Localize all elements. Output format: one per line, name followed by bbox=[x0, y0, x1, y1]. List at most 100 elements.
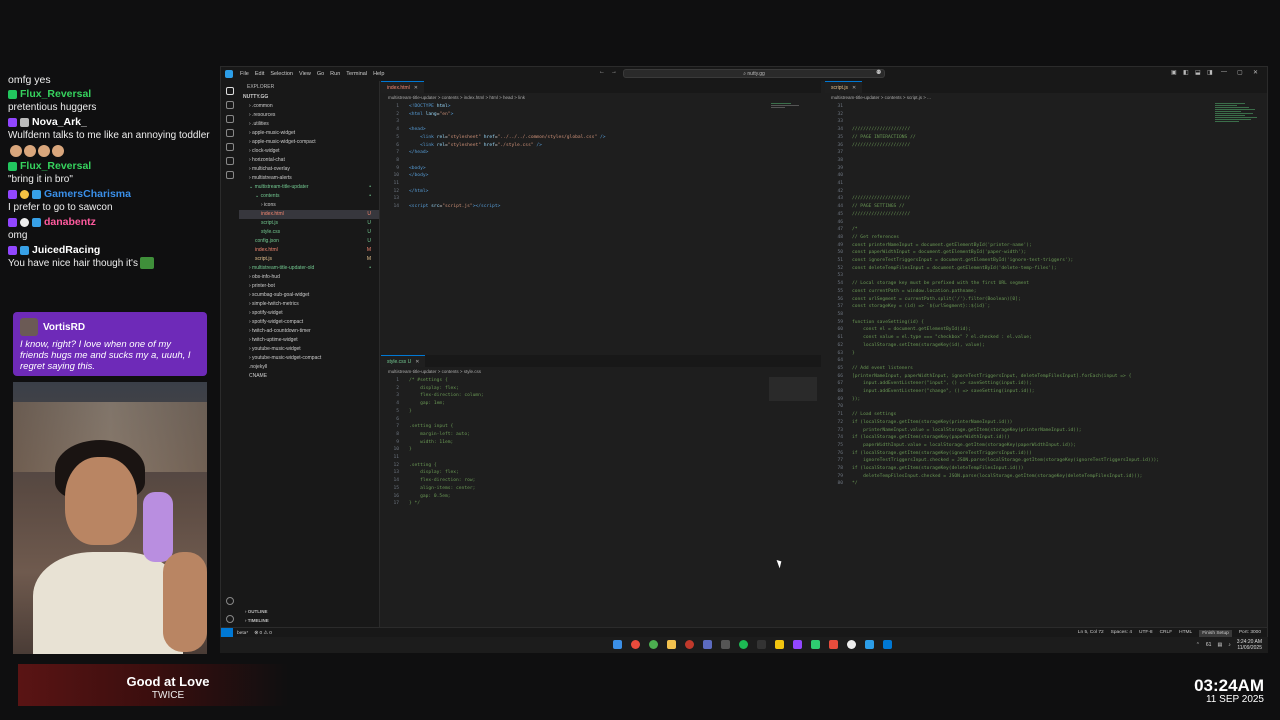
file-tree-item[interactable]: › horizontal-chat bbox=[239, 156, 379, 165]
file-tree-item[interactable]: config.json U bbox=[239, 237, 379, 246]
file-tree-item[interactable]: › apple-music-widget bbox=[239, 129, 379, 138]
file-tree-item[interactable]: › clock-widget bbox=[239, 147, 379, 156]
timeline-section[interactable]: › TIMELINE bbox=[239, 618, 380, 623]
minimize-icon[interactable]: — bbox=[1221, 69, 1227, 75]
temperature-indicator[interactable]: 61 bbox=[1206, 642, 1212, 648]
minimap[interactable] bbox=[771, 103, 811, 117]
tab-style-css[interactable]: style.css U ✕ bbox=[381, 355, 426, 367]
copilot-icon[interactable]: ⚉ bbox=[876, 69, 881, 76]
file-tree-item[interactable]: › .common bbox=[239, 102, 379, 111]
file-tree-item[interactable]: › youtube-music-widget bbox=[239, 345, 379, 354]
finish-setup-button[interactable]: Finish Setup bbox=[1199, 630, 1232, 637]
explorer-root-folder[interactable]: NUTTY.GG bbox=[239, 93, 379, 102]
file-explorer-icon[interactable] bbox=[667, 640, 676, 649]
chrome-icon[interactable] bbox=[631, 640, 640, 649]
menu-edit[interactable]: Edit bbox=[252, 71, 267, 77]
file-tree-item[interactable]: › obs-info-hud bbox=[239, 273, 379, 282]
problems-count[interactable]: ⊗ 0 ⚠ 0 bbox=[254, 631, 272, 636]
close-icon[interactable]: ✕ bbox=[415, 359, 419, 365]
code-editor-js[interactable]: ///////////////////// // PAGE INTERACTIO… bbox=[852, 103, 1159, 488]
file-tree-item[interactable]: › printer-bot bbox=[239, 282, 379, 291]
search-icon[interactable] bbox=[226, 101, 234, 109]
toggle-panel-icon[interactable]: ⬓ bbox=[1195, 69, 1201, 76]
extensions-icon[interactable] bbox=[226, 143, 234, 151]
gear-icon[interactable] bbox=[226, 615, 234, 623]
minimap[interactable] bbox=[769, 377, 817, 401]
twitch-icon[interactable] bbox=[793, 640, 802, 649]
port-indicator[interactable]: Port: 3000 bbox=[1239, 630, 1261, 637]
app-icon[interactable] bbox=[685, 640, 694, 649]
file-tree-item[interactable]: ⌄ multistream-title-updater • bbox=[239, 183, 379, 192]
git-branch[interactable]: beta* bbox=[237, 631, 248, 636]
file-tree-item[interactable]: › youtube-music-widget-compact bbox=[239, 354, 379, 363]
tab-script-js[interactable]: script.js ✕ bbox=[825, 81, 863, 93]
browser-icon[interactable] bbox=[649, 640, 658, 649]
file-tree-item[interactable]: › multistream-alerts bbox=[239, 174, 379, 183]
app-icon[interactable] bbox=[757, 640, 766, 649]
youtube-icon[interactable] bbox=[829, 640, 838, 649]
menu-selection[interactable]: Selection bbox=[267, 71, 296, 77]
file-tree-item[interactable]: › scumbag-sub-goal-widget bbox=[239, 291, 379, 300]
app-icon[interactable] bbox=[865, 640, 874, 649]
start-icon[interactable] bbox=[613, 640, 622, 649]
file-tree-item[interactable]: CNAME bbox=[239, 372, 379, 381]
menu-terminal[interactable]: Terminal bbox=[343, 71, 370, 77]
source-control-icon[interactable] bbox=[226, 115, 234, 123]
file-tree-item[interactable]: index.html M bbox=[239, 246, 379, 255]
file-tree-item[interactable]: style.css U bbox=[239, 228, 379, 237]
app-icon[interactable] bbox=[703, 640, 712, 649]
menu-run[interactable]: Run bbox=[327, 71, 343, 77]
file-tree-item[interactable]: › twitch-ad-countdown-timer bbox=[239, 327, 379, 336]
close-icon[interactable]: ✕ bbox=[414, 85, 418, 91]
file-tree-item[interactable]: script.js U bbox=[239, 219, 379, 228]
maximize-icon[interactable]: ▢ bbox=[1237, 69, 1243, 76]
toggle-sidebar-icon[interactable]: ◧ bbox=[1183, 69, 1189, 76]
file-tree-item[interactable]: index.html U bbox=[239, 210, 379, 219]
chevron-up-icon[interactable]: ⌃ bbox=[1196, 642, 1200, 648]
file-tree-item[interactable]: › spotify-widget-compact bbox=[239, 318, 379, 327]
file-tree-item[interactable]: › twitch-uptime-widget bbox=[239, 336, 379, 345]
spotify-icon[interactable] bbox=[739, 640, 748, 649]
back-arrow-icon[interactable]: ← bbox=[599, 69, 605, 75]
language-mode[interactable]: HTML bbox=[1179, 630, 1192, 637]
menu-view[interactable]: View bbox=[296, 71, 314, 77]
tab-index-html[interactable]: index.html ✕ bbox=[381, 81, 424, 93]
file-tree-item[interactable]: › multichat-overlay bbox=[239, 165, 379, 174]
close-icon[interactable]: ✕ bbox=[852, 85, 856, 91]
file-tree-item[interactable]: › spotify-widget bbox=[239, 309, 379, 318]
file-tree-item[interactable]: script.js M bbox=[239, 255, 379, 264]
outline-section[interactable]: › OUTLINE bbox=[239, 609, 380, 614]
github-icon[interactable] bbox=[226, 171, 234, 179]
layout-icon[interactable]: ▣ bbox=[1171, 69, 1177, 76]
obs-icon[interactable] bbox=[847, 640, 856, 649]
remote-explorer-icon[interactable] bbox=[226, 157, 234, 165]
file-tree-item[interactable]: › multistream-title-updater-old • bbox=[239, 264, 379, 273]
accounts-icon[interactable] bbox=[226, 597, 234, 605]
file-tree-item[interactable]: › simple-twitch-metrics bbox=[239, 300, 379, 309]
file-tree-item[interactable]: › icons bbox=[239, 201, 379, 210]
file-tree-item[interactable]: › .resources bbox=[239, 111, 379, 120]
taskbar-clock[interactable]: 3:24:20 AM 11/09/2025 bbox=[1237, 639, 1262, 651]
file-tree-item[interactable]: › apple-music-widget-compact bbox=[239, 138, 379, 147]
app-icon[interactable] bbox=[721, 640, 730, 649]
app-icon[interactable] bbox=[811, 640, 820, 649]
file-tree-item[interactable]: › .utilities bbox=[239, 120, 379, 129]
run-debug-icon[interactable] bbox=[226, 129, 234, 137]
indentation[interactable]: Spaces: 4 bbox=[1111, 630, 1132, 637]
cursor-position[interactable]: Ln 5, Col 72 bbox=[1078, 630, 1104, 637]
menu-go[interactable]: Go bbox=[314, 71, 327, 77]
line-ending[interactable]: CRLF bbox=[1160, 630, 1173, 637]
file-tree-item[interactable]: ⌄ contents • bbox=[239, 192, 379, 201]
menu-help[interactable]: Help bbox=[370, 71, 387, 77]
file-tree-item[interactable]: .nojekyll bbox=[239, 363, 379, 372]
minimap[interactable] bbox=[1215, 103, 1259, 173]
command-center-search[interactable]: ⌕ nutty.gg bbox=[623, 69, 885, 78]
notes-icon[interactable] bbox=[775, 640, 784, 649]
toggle-secondary-sidebar-icon[interactable]: ◨ bbox=[1207, 69, 1213, 76]
network-icon[interactable]: ▤ bbox=[1217, 642, 1222, 648]
menu-file[interactable]: File bbox=[237, 71, 252, 77]
explorer-icon[interactable] bbox=[226, 87, 234, 95]
code-editor-html[interactable]: <!DOCTYPE html> <html lang="en"> <head> … bbox=[409, 103, 606, 211]
vscode-icon[interactable] bbox=[883, 640, 892, 649]
forward-arrow-icon[interactable]: → bbox=[611, 69, 617, 75]
